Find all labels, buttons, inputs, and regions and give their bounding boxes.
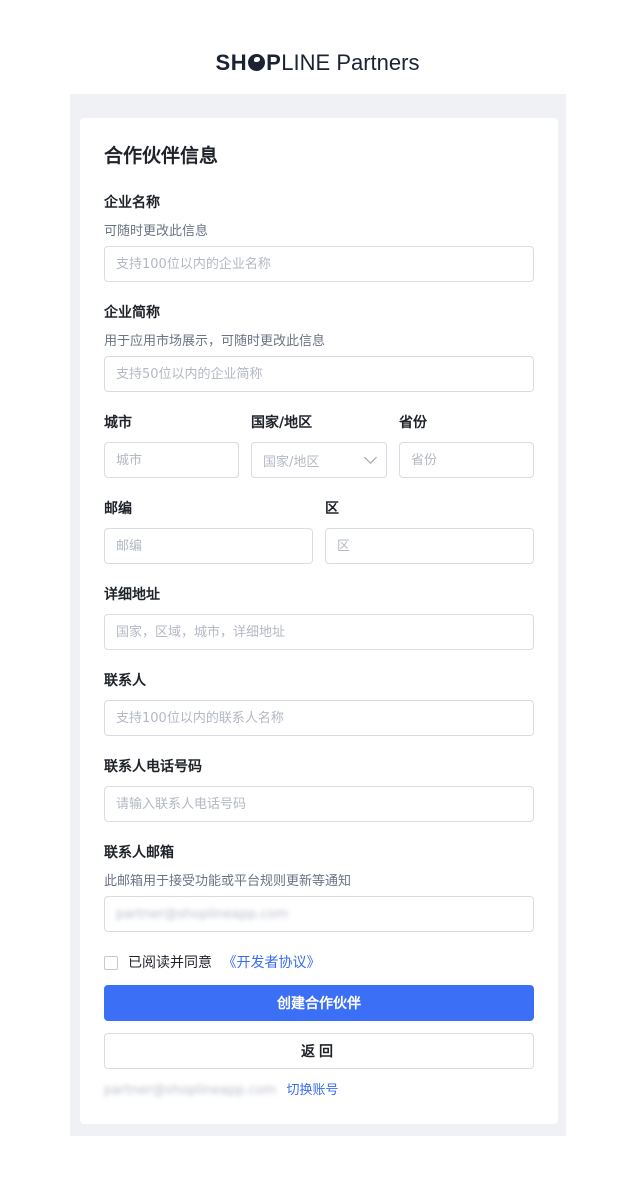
company-short-input[interactable] bbox=[104, 356, 534, 392]
phone-label: 联系人电话号码 bbox=[104, 759, 202, 775]
contact-input[interactable] bbox=[104, 700, 534, 736]
globe-icon bbox=[248, 54, 266, 71]
chevron-down-icon bbox=[364, 451, 377, 464]
switch-account-link[interactable]: 切换账号 bbox=[286, 1083, 338, 1098]
province-input[interactable] bbox=[399, 442, 534, 478]
phone-input[interactable] bbox=[104, 786, 534, 822]
brand-logo-partners: Partners bbox=[330, 50, 420, 75]
city-label: 城市 bbox=[104, 415, 132, 431]
city-input[interactable] bbox=[104, 442, 239, 478]
company-name-label: 企业名称 bbox=[104, 195, 160, 211]
account-row: partner@shoplineapp.com 切换账号 bbox=[104, 1081, 338, 1101]
country-select[interactable]: 国家/地区 bbox=[251, 442, 387, 478]
company-short-label: 企业简称 bbox=[104, 305, 160, 321]
agreement-text: 已阅读并同意 《开发者协议》 bbox=[128, 953, 320, 973]
address-label: 详细地址 bbox=[104, 587, 160, 603]
email-field[interactable]: partner@shoplineapp.com bbox=[104, 896, 534, 932]
brand-logo-shop: SH bbox=[215, 50, 248, 75]
district-label: 区 bbox=[325, 501, 339, 517]
account-email: partner@shoplineapp.com bbox=[104, 1083, 277, 1098]
country-select-value: 国家/地区 bbox=[263, 454, 320, 470]
create-partner-button[interactable]: 创建合作伙伴 bbox=[104, 985, 534, 1021]
contact-label: 联系人 bbox=[104, 673, 146, 689]
company-short-hint: 用于应用市场展示，可随时更改此信息 bbox=[104, 334, 326, 349]
address-input[interactable] bbox=[104, 614, 534, 650]
page-title: 合作伙伴信息 bbox=[104, 145, 219, 167]
zip-input[interactable] bbox=[104, 528, 313, 564]
back-button[interactable]: 返回 bbox=[104, 1033, 534, 1069]
brand-logo-p: P bbox=[266, 50, 282, 75]
company-name-hint: 可随时更改此信息 bbox=[104, 224, 209, 239]
agreement-label: 已阅读并同意 bbox=[128, 955, 212, 971]
email-value: partner@shoplineapp.com bbox=[116, 906, 289, 922]
developer-agreement-link[interactable]: 《开发者协议》 bbox=[222, 955, 320, 971]
province-label: 省份 bbox=[399, 415, 427, 431]
country-label: 国家/地区 bbox=[251, 415, 313, 431]
district-input[interactable] bbox=[325, 528, 534, 564]
company-name-input[interactable] bbox=[104, 246, 534, 282]
agreement-checkbox[interactable] bbox=[104, 956, 118, 970]
brand-logo-line: LINE bbox=[281, 50, 331, 75]
email-hint: 此邮箱用于接受功能或平台规则更新等通知 bbox=[104, 874, 352, 889]
brand-logo: SH PLINE Partners bbox=[0, 49, 635, 77]
zip-label: 邮编 bbox=[104, 501, 132, 517]
email-label: 联系人邮箱 bbox=[104, 845, 174, 861]
